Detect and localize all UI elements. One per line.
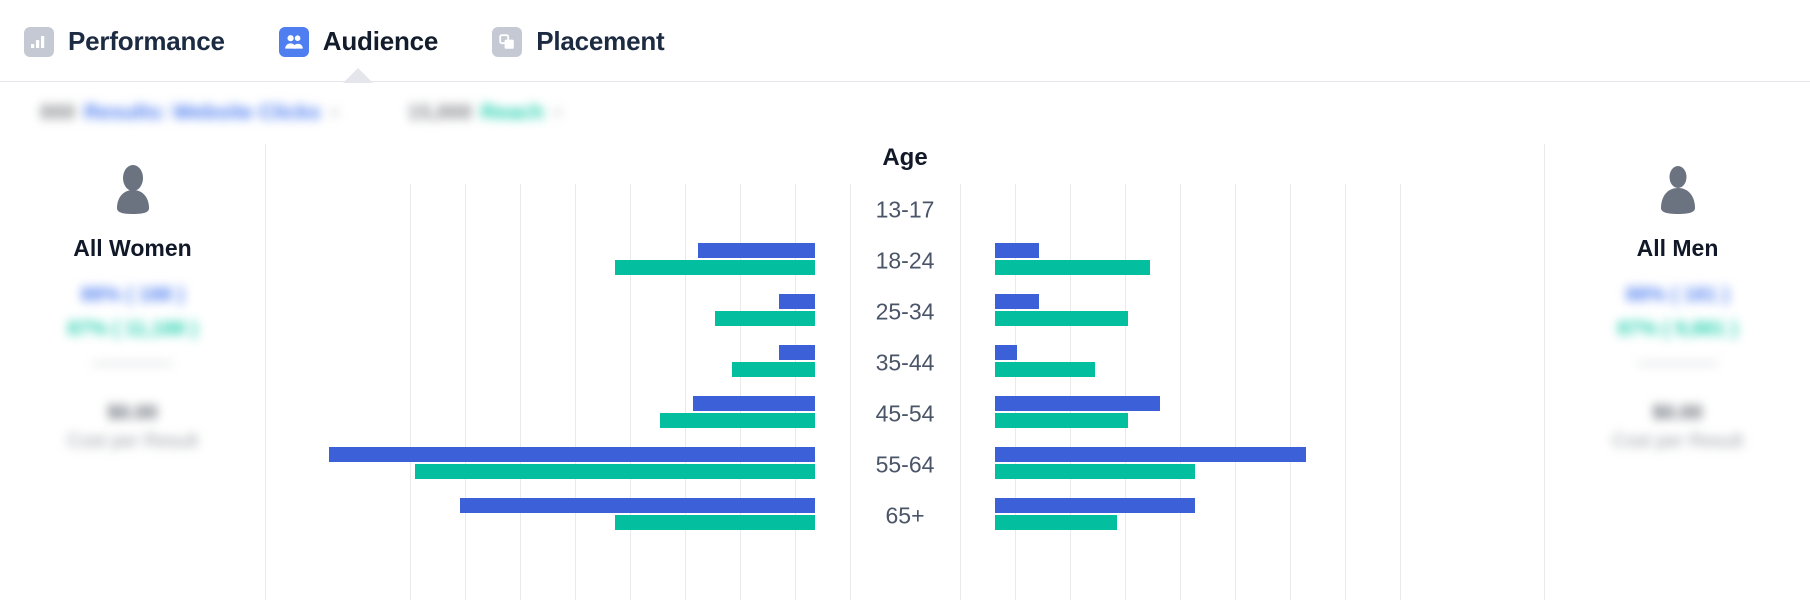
tab-audience-label: Audience <box>322 26 439 56</box>
men-cost-label: Cost per Result <box>1612 431 1743 452</box>
men-results-stat: 88% ( 181 ) <box>1625 284 1730 306</box>
men-title: All Men <box>1636 235 1719 261</box>
women-reach-stat: 87% ( 11,188 ) <box>67 318 198 340</box>
age-label: 18-24 <box>875 247 935 273</box>
legend-reach-remove-icon[interactable]: × <box>553 103 563 123</box>
men-muted-stat: ———— <box>1637 352 1718 374</box>
tab-placement-label: Placement <box>536 26 665 56</box>
bar-right-teal[interactable] <box>995 311 1128 326</box>
tab-performance[interactable]: Performance <box>24 0 225 82</box>
bar-left-blue[interactable] <box>779 345 815 360</box>
bar-left-teal[interactable] <box>615 515 815 530</box>
bar-right-teal[interactable] <box>995 464 1195 479</box>
man-silhouette-icon <box>1655 164 1701 223</box>
bar-right-teal[interactable] <box>995 362 1095 377</box>
metric-legend-row: 888 Results: Website Clicks × 15,888 Rea… <box>0 82 1810 144</box>
legend-results-remove-icon[interactable]: × <box>330 103 340 123</box>
age-row: 65+ <box>266 490 1544 541</box>
age-label: 55-64 <box>875 451 935 477</box>
bar-left-teal[interactable] <box>660 413 815 428</box>
age-row: 45-54 <box>266 388 1544 439</box>
windows-icon <box>492 26 523 57</box>
bar-right-teal[interactable] <box>995 260 1150 275</box>
age-row: 13-17 <box>266 184 1544 235</box>
men-cost-value: $0.00 <box>1652 402 1703 424</box>
legend-results-count: 888 <box>40 101 76 124</box>
age-row: 55-64 <box>266 439 1544 490</box>
bar-left-blue[interactable] <box>779 294 815 309</box>
legend-item-results[interactable]: 888 Results: Website Clicks × <box>40 101 340 125</box>
people-icon <box>278 26 309 57</box>
audience-age-chart: All Women 88% ( 188 ) 87% ( 11,188 ) ———… <box>0 144 1810 600</box>
legend-reach-label: Reach <box>480 101 544 124</box>
active-tab-caret <box>343 67 374 83</box>
age-row: 18-24 <box>266 235 1544 286</box>
legend-item-reach[interactable]: 15,888 Reach × <box>408 101 563 125</box>
bar-right-teal[interactable] <box>995 515 1117 530</box>
women-muted-stat: ———— <box>92 352 173 374</box>
women-title: All Women <box>73 235 192 261</box>
bar-left-teal[interactable] <box>732 362 815 377</box>
bar-left-teal[interactable] <box>715 311 815 326</box>
bar-left-teal[interactable] <box>615 260 815 275</box>
age-label: 65+ <box>885 502 925 528</box>
tab-performance-label: Performance <box>68 26 225 56</box>
bar-right-blue[interactable] <box>995 294 1039 309</box>
woman-silhouette-icon <box>110 164 156 223</box>
age-label: 25-34 <box>875 298 935 324</box>
tab-audience[interactable]: Audience <box>278 0 439 83</box>
bar-left-teal[interactable] <box>415 464 815 479</box>
age-plot: Age 13-17 18-24 25-34 35-44 45-54 55-64 65+ <box>266 144 1544 600</box>
summary-women: All Women 88% ( 188 ) 87% ( 11,188 ) ———… <box>0 144 266 600</box>
age-row: 25-34 <box>266 286 1544 337</box>
plot-title: Age <box>882 144 928 171</box>
women-results-stat: 88% ( 188 ) <box>80 284 185 306</box>
legend-results-label: Results: Website Clicks <box>84 101 321 124</box>
bar-right-blue[interactable] <box>995 243 1039 258</box>
bar-right-blue[interactable] <box>995 498 1195 513</box>
bar-right-blue[interactable] <box>995 447 1306 462</box>
age-label: 45-54 <box>875 400 935 426</box>
bar-left-blue[interactable] <box>698 243 815 258</box>
bar-right-blue[interactable] <box>995 345 1017 360</box>
legend-reach-count: 15,888 <box>407 101 472 124</box>
bar-chart-icon <box>24 26 54 57</box>
women-cost-label: Cost per Result <box>67 431 198 452</box>
age-row: 35-44 <box>266 337 1544 388</box>
age-label: 13-17 <box>875 196 935 222</box>
bar-right-teal[interactable] <box>995 413 1128 428</box>
bar-left-blue[interactable] <box>460 498 815 513</box>
summary-men: All Men 88% ( 181 ) 87% ( 9,881 ) ———— $… <box>1544 144 1810 600</box>
women-cost-value: $0.00 <box>107 402 158 424</box>
age-label: 35-44 <box>875 349 935 375</box>
age-rows: 13-17 18-24 25-34 35-44 45-54 55-64 65+ <box>266 184 1544 600</box>
bar-left-blue[interactable] <box>693 396 815 411</box>
bar-right-blue[interactable] <box>995 396 1160 411</box>
bar-left-blue[interactable] <box>329 447 815 462</box>
tab-placement[interactable]: Placement <box>492 0 665 82</box>
men-reach-stat: 87% ( 9,881 ) <box>1617 318 1738 340</box>
tab-bar: Performance Audience Placement <box>0 0 1810 83</box>
